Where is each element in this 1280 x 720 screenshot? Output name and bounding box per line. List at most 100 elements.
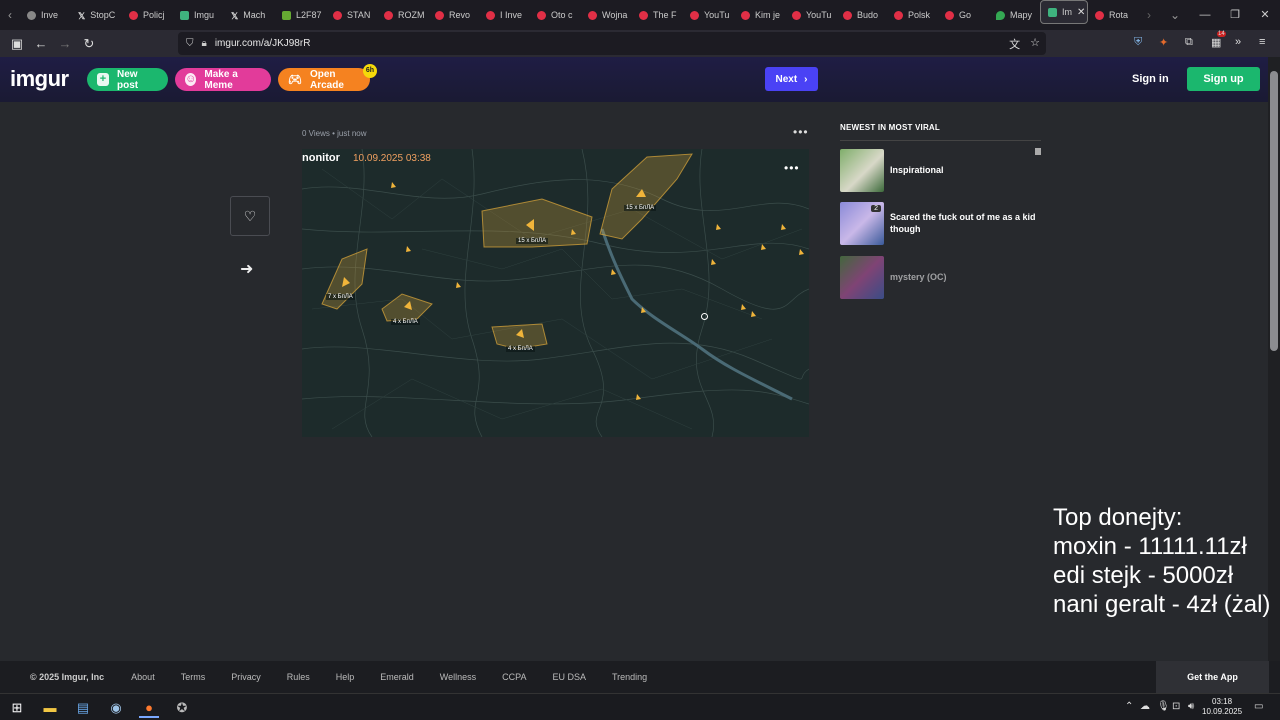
file-explorer-icon[interactable]: ▬ <box>40 698 60 718</box>
browser-tab[interactable]: Wojna <box>581 0 632 30</box>
extensions-puzzle-icon[interactable]: ⧉ <box>1185 36 1193 49</box>
translate-icon[interactable]: 文 <box>1009 36 1020 52</box>
browser-tab[interactable]: I Inve <box>479 0 530 30</box>
sidebar-post-title: mystery (OC) <box>890 272 947 282</box>
tab-label: Mapy <box>1010 10 1033 20</box>
browser-tab[interactable]: Kim je <box>734 0 785 30</box>
meme-icon: ☺ <box>185 73 197 86</box>
tab-label: Go <box>959 10 972 20</box>
sign-up-button[interactable]: Sign up <box>1187 67 1260 91</box>
imgur-logo[interactable]: imgur <box>10 66 69 92</box>
sidebar-post-item[interactable]: 2 Scared the fuck out of me as a kid tho… <box>840 201 1041 245</box>
sidebar-toggle-icon[interactable]: ▣ <box>5 32 29 56</box>
extension-badge-icon[interactable]: ▦ 14 <box>1211 31 1226 49</box>
get-app-button[interactable]: Get the App <box>1156 661 1269 693</box>
windows-start-icon[interactable]: ⊞ <box>7 698 27 718</box>
network-icon[interactable]: ⊡ <box>1172 701 1180 712</box>
shield-icon[interactable]: ⛉ <box>186 38 194 49</box>
sign-in-link[interactable]: Sign in <box>1132 73 1169 85</box>
tab-close-icon[interactable]: ✕ <box>1077 7 1085 18</box>
youtube-favicon-icon <box>486 10 495 20</box>
windows-app-icon[interactable]: ▤ <box>73 698 93 718</box>
tray-chevron-icon[interactable]: ⌃ <box>1125 701 1133 712</box>
footer-link-terms[interactable]: Terms <box>181 672 206 682</box>
browser-tab[interactable]: 𝕏 StopC <box>71 0 122 30</box>
like-button[interactable]: ♡ <box>230 196 270 236</box>
url-text[interactable]: imgur.com/a/JKJ98rR <box>215 38 311 49</box>
menu-hamburger-icon[interactable]: ≡ <box>1259 36 1265 48</box>
browser-tab[interactable]: Policj <box>122 0 173 30</box>
reload-icon[interactable]: ↻ <box>77 32 101 56</box>
new-post-button[interactable]: + New post <box>87 68 168 91</box>
overflow-chevrons-icon[interactable]: » <box>1235 36 1241 48</box>
browser-tab[interactable]: Revo <box>428 0 479 30</box>
browser-tab[interactable]: Rota <box>1088 0 1139 30</box>
system-clock[interactable]: 03:18 10.09.2025 <box>1202 697 1242 717</box>
lock-icon[interactable]: 🔒︎ <box>202 38 207 49</box>
tab-scroll-right-icon[interactable]: › <box>1139 8 1159 22</box>
next-button[interactable]: Next › <box>765 67 818 91</box>
media-options-icon[interactable]: ••• <box>784 161 800 175</box>
browser-tab[interactable]: YouTu <box>785 0 836 30</box>
forward-icon[interactable]: → <box>53 32 77 56</box>
post-thumbnail: 2 <box>840 201 884 245</box>
notifications-icon[interactable]: ▭ <box>1254 701 1263 712</box>
footer-link-privacy[interactable]: Privacy <box>231 672 261 682</box>
footer-link-rules[interactable]: Rules <box>287 672 310 682</box>
ublock-icon[interactable]: ⛨ <box>1134 36 1142 49</box>
browser-tab[interactable]: 𝕏 Mach <box>224 0 275 30</box>
mouse-cursor <box>701 313 708 320</box>
tab-active[interactable]: Im ✕ <box>1040 0 1088 24</box>
steam-icon[interactable]: ◉ <box>106 698 126 718</box>
map-label: 15 x БпЛА <box>516 238 549 244</box>
os-taskbar: ⊞ ▬ ▤ ◉ ● ✪ ⌃ ☁ 🎙︎ ⊡ 🔊︎ 03:18 10.09.2025… <box>0 693 1280 720</box>
browser-tab[interactable]: ROZM <box>377 0 428 30</box>
browser-tab[interactable]: The F <box>632 0 683 30</box>
tab-list-dropdown-icon[interactable]: ⌄ <box>1165 8 1185 22</box>
sidebar-title: NEWEST IN MOST VIRAL <box>840 123 1041 141</box>
footer-link-ccpa[interactable]: CCPA <box>502 672 526 682</box>
restore-icon[interactable]: ❐ <box>1220 0 1250 30</box>
browser-tab[interactable]: Budo <box>836 0 887 30</box>
browser-tab[interactable]: YouTu <box>683 0 734 30</box>
firefox-icon[interactable]: ● <box>139 698 159 718</box>
browser-tab[interactable]: Go <box>938 0 989 30</box>
sidebar-post-item[interactable]: Inspirational <box>840 148 1041 192</box>
browser-tab[interactable]: Inve <box>20 0 71 30</box>
tab-label: Im <box>1062 7 1072 17</box>
browser-tab[interactable]: Polsk <box>887 0 938 30</box>
extension-fox-icon[interactable]: ✦ <box>1159 36 1168 49</box>
speaker-icon[interactable]: 🔊︎ <box>1188 701 1194 712</box>
post-image[interactable]: nonitor 10.09.2025 03:38 ••• 15 x БпЛА 1… <box>302 149 809 437</box>
browser-tab[interactable]: Mapy <box>989 0 1040 30</box>
make-meme-button[interactable]: ☺ Make a Meme <box>175 68 271 91</box>
onedrive-icon[interactable]: ☁ <box>1140 701 1150 712</box>
share-arrow-icon[interactable]: ➜ <box>240 259 253 279</box>
microphone-icon[interactable]: 🎙︎ <box>1157 701 1170 712</box>
address-bar[interactable]: ⛉ 🔒︎ imgur.com/a/JKJ98rR 文 ☆ <box>178 32 1046 55</box>
sidebar-post-item[interactable]: mystery (OC) <box>840 255 1041 299</box>
page-scrollbar-thumb[interactable] <box>1270 71 1278 351</box>
open-arcade-button[interactable]: 🎮︎ Open Arcade <box>278 68 370 91</box>
footer-link-eu-dsa[interactable]: EU DSA <box>552 672 586 682</box>
footer-link-about[interactable]: About <box>131 672 155 682</box>
footer-link-emerald[interactable]: Emerald <box>380 672 414 682</box>
browser-tab[interactable]: Imgu <box>173 0 224 30</box>
app-icon[interactable]: ✪ <box>172 698 192 718</box>
footer-link-trending[interactable]: Trending <box>612 672 647 682</box>
browser-tab[interactable]: L2F87 <box>275 0 326 30</box>
browser-tab[interactable]: STAN <box>326 0 377 30</box>
youtube-favicon-icon <box>384 10 393 20</box>
tab-label: The F <box>653 10 677 20</box>
plus-icon: + <box>97 73 109 86</box>
minimize-icon[interactable]: — <box>1190 0 1220 30</box>
back-icon[interactable]: ← <box>29 32 53 56</box>
close-window-icon[interactable]: ✕ <box>1250 0 1280 30</box>
bookmark-star-icon[interactable]: ☆ <box>1030 36 1040 52</box>
browser-tab[interactable]: Oto c <box>530 0 581 30</box>
post-options-icon[interactable]: ••• <box>793 125 809 139</box>
tab-scroll-left-icon[interactable]: ‹ <box>0 8 20 22</box>
tab-list: Inve 𝕏 StopC Policj Imgu 𝕏 Mach L2F87 STAN ROZM Re… <box>20 0 1139 30</box>
footer-link-wellness[interactable]: Wellness <box>440 672 476 682</box>
footer-link-help[interactable]: Help <box>336 672 355 682</box>
